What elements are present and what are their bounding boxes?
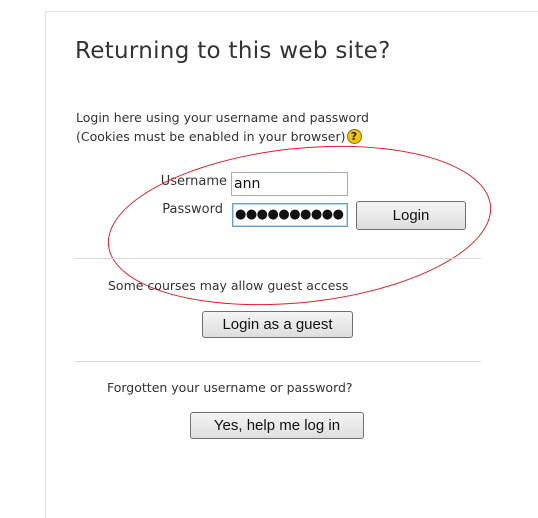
login-button[interactable]: Login: [356, 201, 466, 230]
page-title: Returning to this web site?: [75, 38, 391, 64]
description-line-1: Login here using your username and passw…: [76, 110, 369, 125]
password-field[interactable]: ●●●●●●●●●●: [232, 203, 348, 227]
divider: [75, 258, 481, 259]
password-label: Password: [162, 202, 223, 217]
login-panel: [45, 11, 538, 518]
description-line-2: (Cookies must be enabled in your browser…: [76, 129, 346, 144]
guest-access-note: Some courses may allow guest access: [108, 278, 349, 293]
username-label: Username: [160, 174, 227, 189]
username-field[interactable]: ann: [231, 172, 348, 196]
help-login-button[interactable]: Yes, help me log in: [190, 412, 364, 439]
help-icon[interactable]: ?: [346, 129, 362, 144]
guest-login-button[interactable]: Login as a guest: [202, 311, 353, 338]
forgotten-credentials-note: Forgotten your username or password?: [107, 380, 353, 395]
login-description: Login here using your username and passw…: [76, 108, 369, 146]
divider: [75, 361, 481, 362]
description-line-2-row: (Cookies must be enabled in your browser…: [76, 127, 369, 146]
